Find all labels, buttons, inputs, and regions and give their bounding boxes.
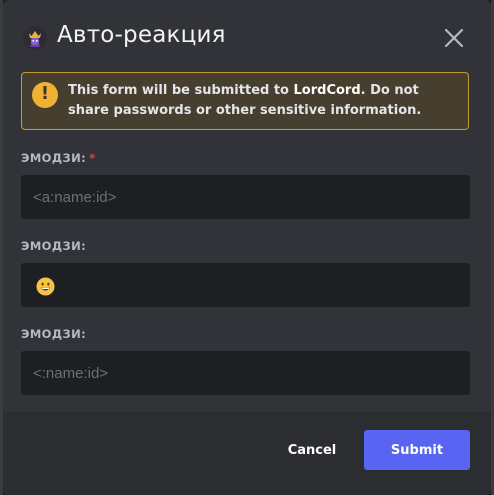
emoji-input-2[interactable]	[21, 263, 470, 307]
emoji-input-3[interactable]	[21, 351, 470, 395]
emoji-input-1[interactable]	[21, 175, 470, 219]
warning-icon: !	[32, 82, 58, 108]
warning-glyph: !	[40, 83, 50, 104]
submit-button[interactable]: Submit	[364, 430, 470, 470]
field-label-1: ЭМОДЗИ: *	[21, 151, 96, 165]
field-label-2: ЭМОДЗИ:	[21, 239, 87, 253]
modal-title: Авто-реакция	[57, 22, 226, 48]
warning-text: This form will be submitted to LordCord.…	[68, 81, 460, 121]
cancel-button[interactable]: Cancel	[276, 430, 348, 470]
warning-text-before: This form will be submitted to	[68, 83, 294, 98]
field-label-3: ЭМОДЗИ:	[21, 327, 87, 341]
field-label-1-text: ЭМОДЗИ:	[21, 151, 87, 165]
grinning-face-emoji-icon	[36, 277, 55, 296]
warning-banner: ! This form will be submitted to LordCor…	[21, 72, 469, 130]
close-icon[interactable]	[443, 27, 465, 49]
crown-avatar-icon	[23, 26, 47, 50]
warning-app-name: LordCord	[293, 83, 361, 98]
required-marker: *	[89, 151, 96, 165]
modal-dialog: Авто-реакция ! This form will be submitt…	[3, 0, 491, 495]
modal-header: Авто-реакция	[3, 0, 491, 72]
